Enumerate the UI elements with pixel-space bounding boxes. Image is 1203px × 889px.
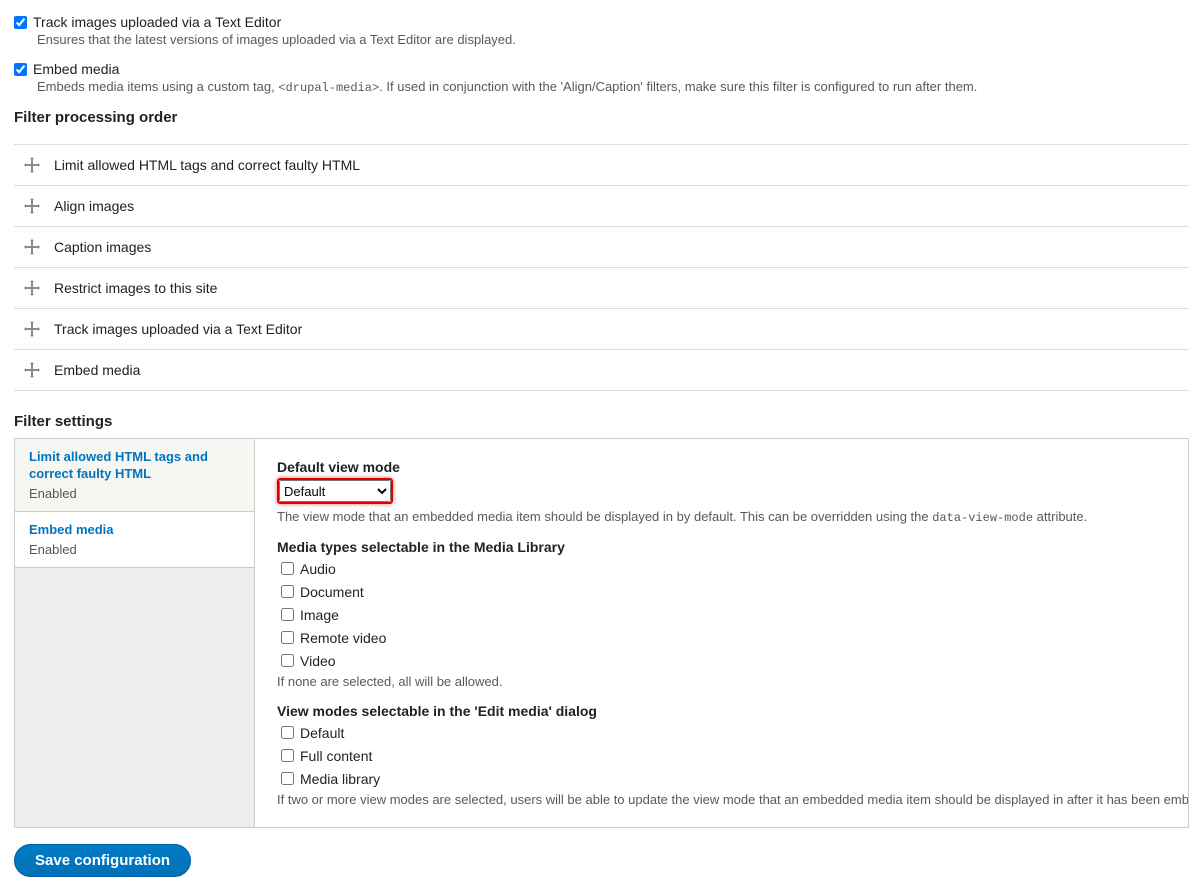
view-modes-list: Default Full content Media library: [277, 723, 1166, 788]
tab-embed-media[interactable]: Embed media Enabled: [15, 512, 254, 568]
drag-handle-icon[interactable]: [24, 280, 40, 296]
default-view-mode-desc: The view mode that an embedded media ite…: [277, 509, 1166, 525]
media-type-video-checkbox[interactable]: [281, 654, 294, 667]
order-item[interactable]: Caption images: [14, 227, 1189, 268]
media-type-image-checkbox[interactable]: [281, 608, 294, 621]
view-mode-option: Media library: [300, 771, 380, 787]
media-types-list: Audio Document Image Remote video Video: [277, 559, 1166, 670]
tab-sub: Enabled: [29, 486, 240, 501]
order-item-label: Embed media: [54, 362, 140, 378]
media-type-document-checkbox[interactable]: [281, 585, 294, 598]
media-types-label: Media types selectable in the Media Libr…: [277, 539, 1166, 555]
order-item-label: Caption images: [54, 239, 151, 255]
filter-checkbox-embed-media: Embed media Embeds media items using a c…: [14, 61, 1189, 95]
view-modes-help: If two or more view modes are selected, …: [277, 792, 1166, 807]
media-type-remote-video-checkbox[interactable]: [281, 631, 294, 644]
filter-settings-tabs: Limit allowed HTML tags and correct faul…: [14, 438, 1189, 828]
media-type-option: Video: [300, 653, 336, 669]
tab-sub: Enabled: [29, 542, 240, 557]
default-view-mode-select-wrap: Default: [277, 478, 393, 504]
default-view-mode-select[interactable]: Default: [279, 480, 391, 502]
embed-media-help: Embeds media items using a custom tag, <…: [37, 79, 1189, 95]
save-configuration-button[interactable]: Save configuration: [14, 844, 191, 877]
view-mode-option: Default: [300, 725, 344, 741]
track-images-checkbox[interactable]: [14, 16, 27, 29]
order-item[interactable]: Align images: [14, 186, 1189, 227]
embed-media-label: Embed media: [33, 61, 119, 77]
order-item[interactable]: Track images uploaded via a Text Editor: [14, 309, 1189, 350]
media-types-help: If none are selected, all will be allowe…: [277, 674, 1166, 689]
media-type-option: Document: [300, 584, 364, 600]
tab-title: Embed media: [29, 522, 240, 539]
order-item-label: Restrict images to this site: [54, 280, 217, 296]
filter-order-heading: Filter processing order: [14, 109, 1189, 126]
tabs-sidebar: Limit allowed HTML tags and correct faul…: [15, 439, 255, 827]
view-mode-media-library-checkbox[interactable]: [281, 772, 294, 785]
view-mode-option: Full content: [300, 748, 372, 764]
filter-checkbox-track-images: Track images uploaded via a Text Editor …: [14, 14, 1189, 47]
view-mode-full-content-checkbox[interactable]: [281, 749, 294, 762]
order-item-label: Track images uploaded via a Text Editor: [54, 321, 302, 337]
drag-handle-icon[interactable]: [24, 321, 40, 337]
drag-handle-icon[interactable]: [24, 239, 40, 255]
tabs-content: Default view mode Default The view mode …: [255, 439, 1188, 827]
track-images-help: Ensures that the latest versions of imag…: [37, 32, 1189, 47]
default-view-mode-label: Default view mode: [277, 459, 1166, 475]
media-type-option: Image: [300, 607, 339, 623]
media-type-option: Audio: [300, 561, 336, 577]
order-item[interactable]: Embed media: [14, 350, 1189, 391]
drag-handle-icon[interactable]: [24, 362, 40, 378]
filter-order-list: Limit allowed HTML tags and correct faul…: [14, 144, 1189, 391]
view-mode-default-checkbox[interactable]: [281, 726, 294, 739]
view-modes-label: View modes selectable in the 'Edit media…: [277, 703, 1166, 719]
media-type-audio-checkbox[interactable]: [281, 562, 294, 575]
track-images-label: Track images uploaded via a Text Editor: [33, 14, 281, 30]
embed-media-checkbox[interactable]: [14, 63, 27, 76]
order-item-label: Align images: [54, 198, 134, 214]
order-item[interactable]: Restrict images to this site: [14, 268, 1189, 309]
order-item[interactable]: Limit allowed HTML tags and correct faul…: [14, 145, 1189, 186]
drag-handle-icon[interactable]: [24, 157, 40, 173]
drag-handle-icon[interactable]: [24, 198, 40, 214]
filter-settings-heading: Filter settings: [14, 413, 1189, 430]
order-item-label: Limit allowed HTML tags and correct faul…: [54, 157, 360, 173]
tab-title: Limit allowed HTML tags and correct faul…: [29, 449, 240, 483]
media-type-option: Remote video: [300, 630, 386, 646]
tab-limit-html[interactable]: Limit allowed HTML tags and correct faul…: [15, 439, 254, 512]
